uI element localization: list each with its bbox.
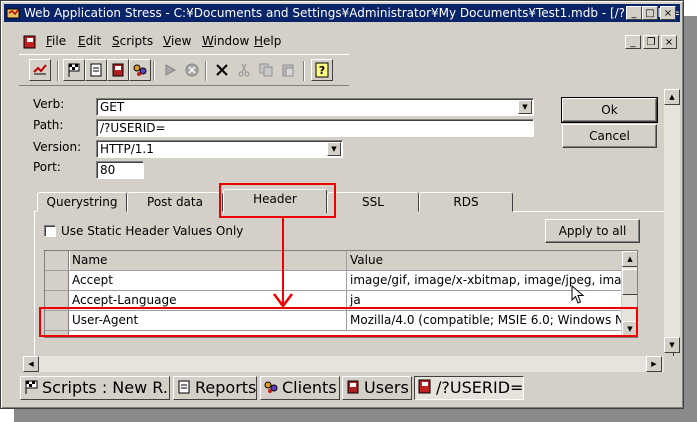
user-agent-row-highlight xyxy=(39,307,638,337)
run-icon[interactable] xyxy=(159,59,181,81)
chevron-down-icon[interactable]: ▼ xyxy=(518,100,532,114)
title-bar: Web Application Stress - C:¥Documents an… xyxy=(4,4,680,22)
tab-rds[interactable]: RDS xyxy=(419,192,513,212)
document-icon[interactable] xyxy=(22,35,38,49)
verb-select[interactable]: GET ▼ xyxy=(96,98,534,116)
toolbar-separator xyxy=(303,61,305,81)
window-tab-clients[interactable]: Clients xyxy=(260,376,340,400)
window-tab-bar: Scripts : New R.. Reports Clients Users … xyxy=(20,376,680,400)
clients-icon[interactable] xyxy=(129,59,151,81)
scroll-corner xyxy=(664,356,680,372)
path-value: /?USERID= xyxy=(100,121,166,135)
close-button[interactable]: × xyxy=(660,6,676,20)
scroll-down-icon[interactable]: ▼ xyxy=(664,337,680,353)
scroll-right-icon[interactable]: ▶ xyxy=(646,356,662,372)
toolbar: ? xyxy=(19,54,349,86)
app-icon xyxy=(6,8,20,19)
scroll-left-icon[interactable]: ◀ xyxy=(23,356,39,372)
version-select[interactable]: HTTP/1.1 ▼ xyxy=(96,140,343,158)
tab-querystring[interactable]: Querystring xyxy=(37,192,127,212)
row-selector xyxy=(45,251,69,270)
clients-icon xyxy=(264,381,278,393)
table-row[interactable]: Accept image/gif, image/x-xbitmap, image… xyxy=(45,271,623,291)
menu-bar: File Edit Scripts View Window Help xyxy=(4,32,680,52)
column-header-value[interactable]: Value xyxy=(347,251,623,270)
menu-window[interactable]: Window xyxy=(202,34,249,48)
version-label: Version: xyxy=(33,140,82,154)
mdi-minimize-button[interactable]: _ xyxy=(625,35,641,49)
maximize-button[interactable]: □ xyxy=(642,6,658,20)
paste-icon[interactable] xyxy=(277,59,299,81)
mdi-restore-button[interactable]: ❐ xyxy=(643,35,659,49)
window-tab-reports[interactable]: Reports xyxy=(173,376,257,400)
row-selector[interactable] xyxy=(45,271,69,290)
mouse-cursor-icon xyxy=(571,285,585,304)
toolbar-separator xyxy=(205,61,207,81)
scroll-up-icon[interactable]: ▲ xyxy=(622,251,637,267)
tab-post-data[interactable]: Post data xyxy=(127,192,223,212)
window-tab-label: /?USERID= xyxy=(436,378,524,397)
tab-header[interactable]: Header xyxy=(223,189,327,213)
scroll-up-icon[interactable]: ▲ xyxy=(664,89,680,105)
minimize-button[interactable]: _ xyxy=(626,6,642,20)
copy-icon[interactable] xyxy=(255,59,277,81)
version-value: HTTP/1.1 xyxy=(100,142,154,156)
grid-header-row: Name Value xyxy=(45,251,623,271)
help-icon[interactable]: ? xyxy=(311,59,333,81)
svg-text:?: ? xyxy=(319,64,325,77)
app-window: Web Application Stress - C:¥Documents an… xyxy=(0,0,684,409)
toolbar-separator xyxy=(153,61,155,81)
window-tab-scripts[interactable]: Scripts : New R.. xyxy=(20,376,170,400)
port-value: 80 xyxy=(100,163,116,177)
static-header-checkbox[interactable] xyxy=(44,225,56,237)
verb-value: GET xyxy=(100,100,125,114)
panel-vertical-scrollbar[interactable]: ▲ ▼ xyxy=(664,89,680,353)
menu-view[interactable]: View xyxy=(163,34,191,48)
toolbar-separator xyxy=(57,61,59,81)
port-label: Port: xyxy=(33,160,61,174)
window-tab-users[interactable]: Users xyxy=(342,376,412,400)
ok-button[interactable]: Ok xyxy=(561,97,658,123)
window-tab-label: Reports xyxy=(195,378,257,397)
apply-to-all-button[interactable]: Apply to all xyxy=(545,219,640,243)
report-icon[interactable] xyxy=(85,59,107,81)
column-header-name[interactable]: Name xyxy=(70,251,347,270)
scissors-icon[interactable] xyxy=(233,59,255,81)
checkered-flag-icon[interactable] xyxy=(63,59,85,81)
menu-help[interactable]: Help xyxy=(254,34,281,48)
scroll-thumb[interactable] xyxy=(622,269,637,295)
window-tab-label: Users xyxy=(364,378,409,397)
users-icon[interactable] xyxy=(107,59,129,81)
users-icon xyxy=(347,380,359,394)
path-label: Path: xyxy=(33,118,64,132)
cancel-button[interactable]: Cancel xyxy=(562,124,657,148)
horizontal-scrollbar[interactable]: ◀ ▶ xyxy=(23,356,680,372)
window-tab-label: Clients xyxy=(282,378,337,397)
window-title: Web Application Stress - C:¥Documents an… xyxy=(24,6,680,20)
cut-x-icon[interactable] xyxy=(211,59,233,81)
chevron-down-icon[interactable]: ▼ xyxy=(327,142,341,156)
checkered-flag-icon xyxy=(25,380,38,394)
report-icon xyxy=(178,380,190,394)
port-input[interactable]: 80 xyxy=(96,161,144,179)
header-name-cell[interactable]: Accept xyxy=(70,271,347,290)
path-input[interactable]: /?USERID= xyxy=(96,119,534,137)
menu-edit[interactable]: Edit xyxy=(78,34,101,48)
tab-ssl[interactable]: SSL xyxy=(327,192,419,212)
menu-scripts[interactable]: Scripts xyxy=(112,34,153,48)
menu-file[interactable]: File xyxy=(46,34,66,48)
stop-icon[interactable] xyxy=(181,59,203,81)
static-header-label: Use Static Header Values Only xyxy=(61,224,244,238)
window-tab-userid[interactable]: /?USERID= xyxy=(414,376,524,400)
verb-label: Verb: xyxy=(33,97,65,111)
window-tab-label: Scripts : New R.. xyxy=(42,378,170,397)
script-icon[interactable] xyxy=(29,59,51,81)
script-icon xyxy=(418,379,431,394)
annotation-arrow-icon xyxy=(273,216,293,309)
mdi-close-button[interactable]: × xyxy=(661,35,677,49)
